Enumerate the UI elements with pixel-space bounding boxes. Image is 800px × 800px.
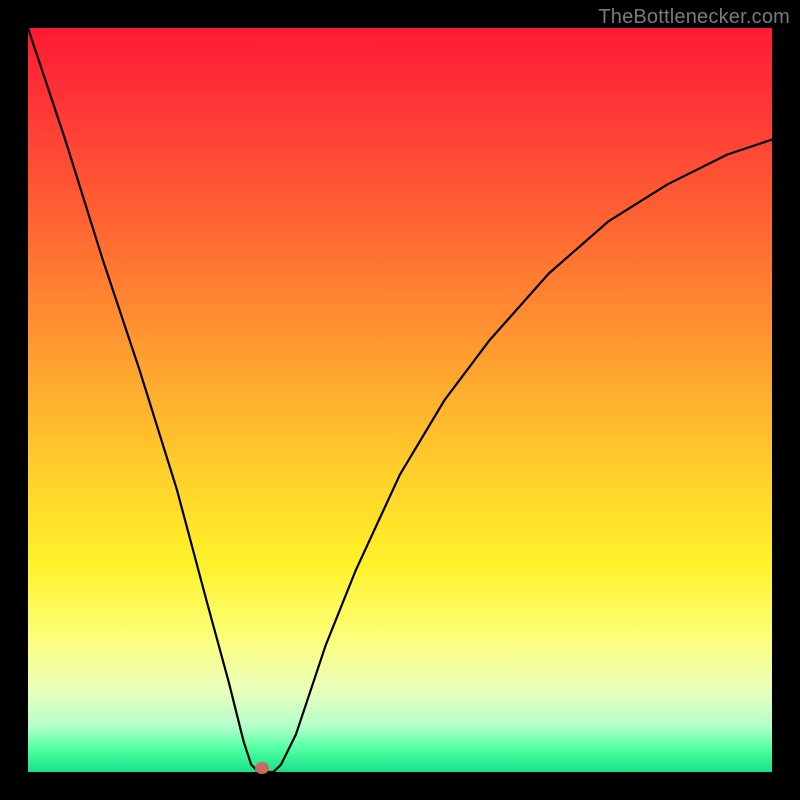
watermark-text: TheBottlenecker.com [598,6,790,29]
optimum-marker [255,762,269,774]
bottleneck-curve [28,28,772,772]
curve-path [28,28,772,772]
plot-area [28,28,772,772]
chart-frame: TheBottlenecker.com [0,0,800,800]
